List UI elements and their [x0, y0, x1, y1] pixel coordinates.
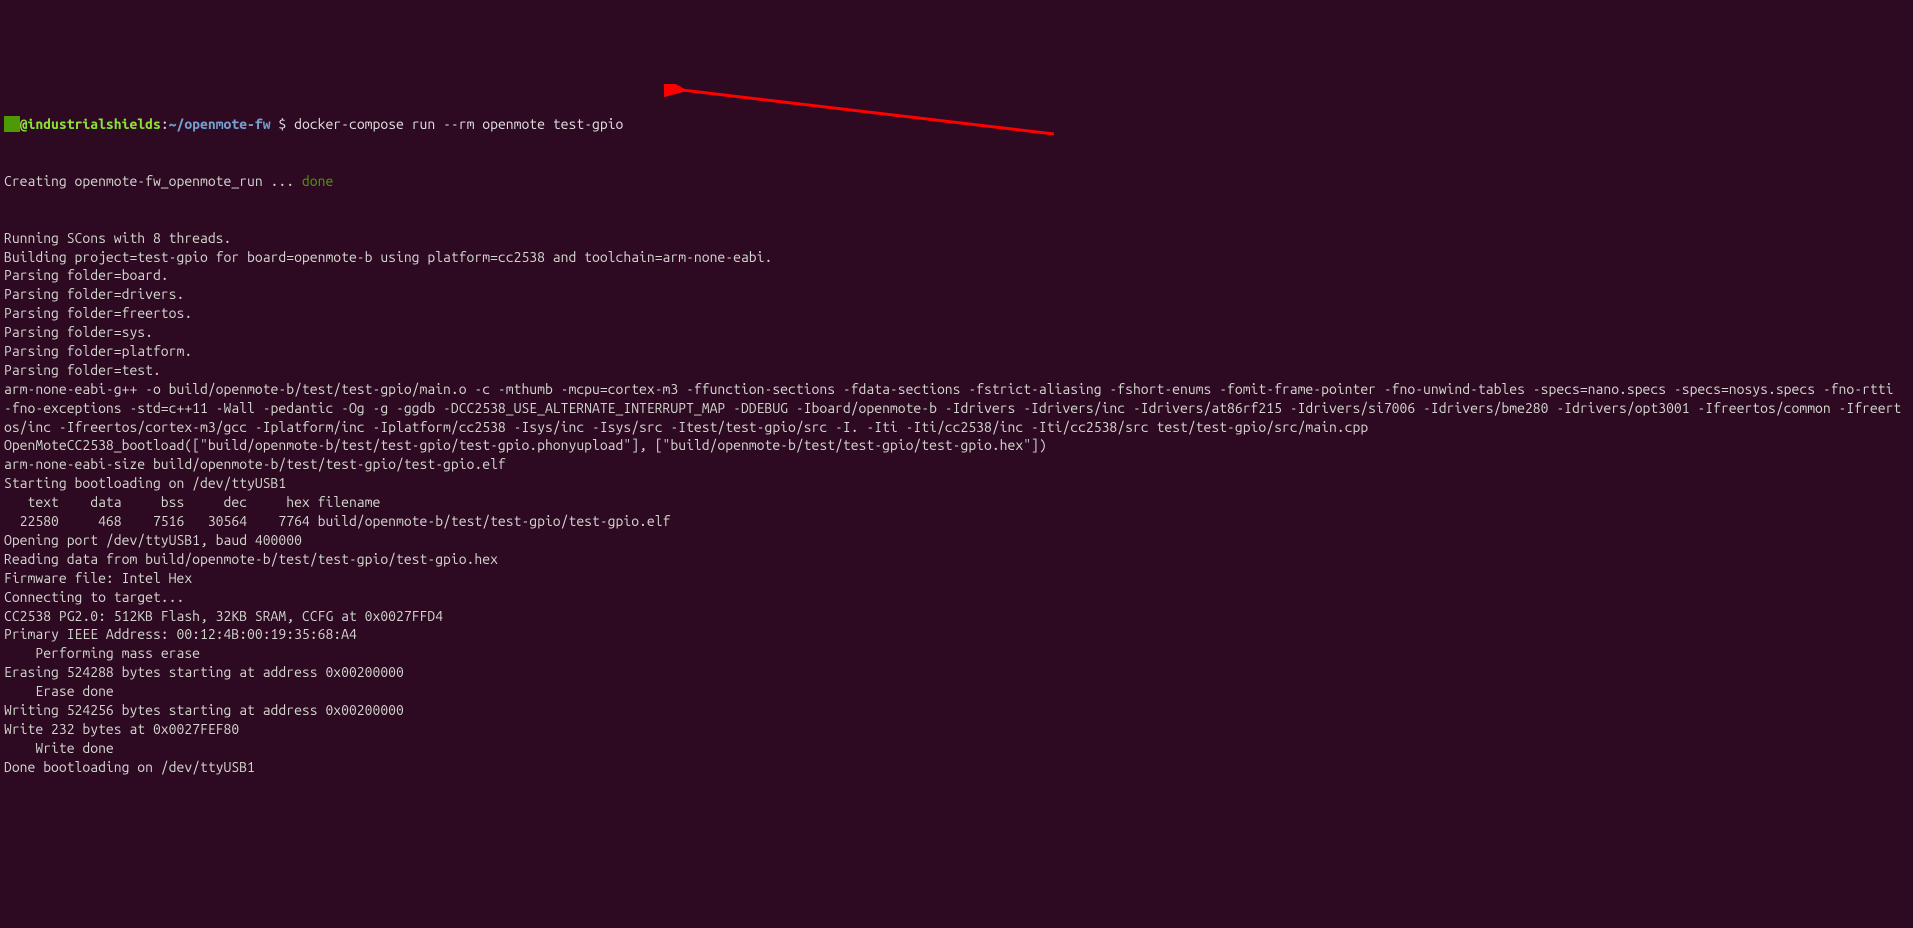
- prompt-command: docker-compose run --rm openmote test-gp…: [294, 116, 623, 132]
- prompt-symbol: $: [271, 116, 295, 132]
- creating-status: done: [302, 173, 333, 189]
- output-line: arm-none-eabi-size build/openmote-b/test…: [4, 455, 1909, 474]
- output-line: Reading data from build/openmote-b/test/…: [4, 550, 1909, 569]
- output-line: Erase done: [4, 682, 1909, 701]
- output-line: Parsing folder=drivers.: [4, 285, 1909, 304]
- output-line: Primary IEEE Address: 00:12:4B:00:19:35:…: [4, 625, 1909, 644]
- output-line: Done bootloading on /dev/ttyUSB1: [4, 758, 1909, 777]
- output-line: Connecting to target...: [4, 588, 1909, 607]
- output-line: text data bss dec hex filename: [4, 493, 1909, 512]
- output-line: Parsing folder=board.: [4, 266, 1909, 285]
- terminal-window[interactable]: @industrialshields:~/openmote-fw $ docke…: [4, 78, 1909, 834]
- creating-line: Creating openmote-fw_openmote_run ... do…: [4, 172, 1909, 191]
- output-line: Firmware file: Intel Hex: [4, 569, 1909, 588]
- output-line: Parsing folder=freertos.: [4, 304, 1909, 323]
- output-line: Running SCons with 8 threads.: [4, 229, 1909, 248]
- output-line: Parsing folder=platform.: [4, 342, 1909, 361]
- output-line: CC2538 PG2.0: 512KB Flash, 32KB SRAM, CC…: [4, 607, 1909, 626]
- prompt-user-host: @industrialshields: [20, 116, 161, 132]
- prompt-line: @industrialshields:~/openmote-fw $ docke…: [4, 115, 1909, 134]
- output-line: Write done: [4, 739, 1909, 758]
- output-line: Building project=test-gpio for board=ope…: [4, 248, 1909, 267]
- output-line: Parsing folder=sys.: [4, 323, 1909, 342]
- output-line: arm-none-eabi-g++ -o build/openmote-b/te…: [4, 380, 1909, 437]
- output-line: Erasing 524288 bytes starting at address…: [4, 663, 1909, 682]
- prompt-separator: :: [161, 116, 169, 132]
- output-line: Writing 524256 bytes starting at address…: [4, 701, 1909, 720]
- output-line: 22580 468 7516 30564 7764 build/openmote…: [4, 512, 1909, 531]
- prompt-path: ~/openmote-fw: [169, 116, 271, 132]
- creating-prefix: Creating openmote-fw_openmote_run ...: [4, 173, 302, 189]
- output-line: Opening port /dev/ttyUSB1, baud 400000: [4, 531, 1909, 550]
- output-line: Parsing folder=test.: [4, 361, 1909, 380]
- terminal-output: Running SCons with 8 threads.Building pr…: [4, 229, 1909, 777]
- output-line: Starting bootloading on /dev/ttyUSB1: [4, 474, 1909, 493]
- output-line: OpenMoteCC2538_bootload(["build/openmote…: [4, 436, 1909, 455]
- output-line: Write 232 bytes at 0x0027FEF80: [4, 720, 1909, 739]
- prompt-user-block: [4, 116, 20, 132]
- output-line: Performing mass erase: [4, 644, 1909, 663]
